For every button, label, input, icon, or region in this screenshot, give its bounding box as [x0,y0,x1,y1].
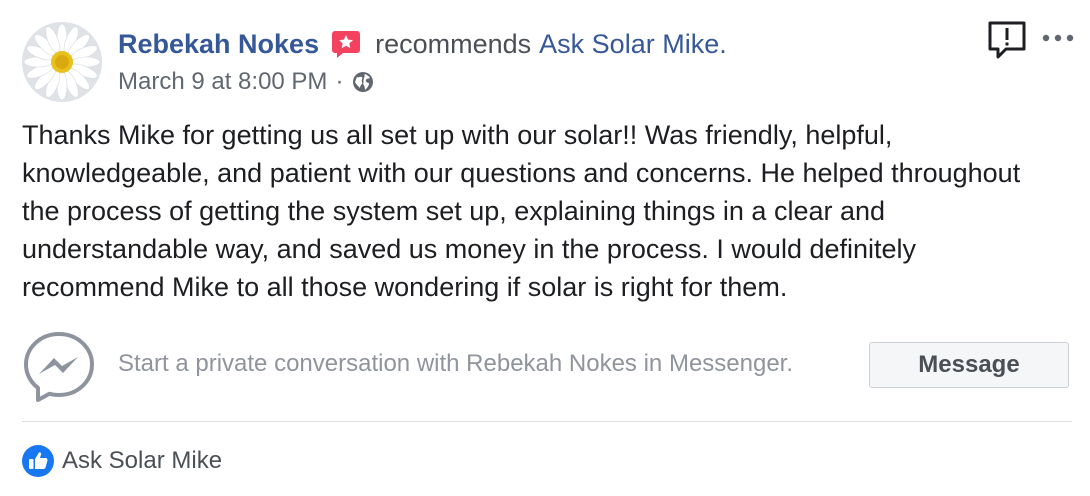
liked-page-name[interactable]: Ask Solar Mike [62,447,222,475]
recommendation-star-icon [331,29,361,59]
author-avatar[interactable] [22,22,102,102]
post-timestamp[interactable]: March 9 at 8:00 PM [118,68,327,96]
messenger-icon [22,330,96,404]
divider [22,421,1072,422]
author-name-link[interactable]: Rebekah Nokes [118,29,319,60]
post-header: Rebekah Nokes recommends Ask Solar Mike. [118,26,727,62]
message-button[interactable]: Message [869,342,1069,388]
like-thumb-icon [22,445,54,477]
recommended-page-link[interactable]: Ask Solar Mike. [539,29,727,60]
report-post-button[interactable] [986,20,1028,60]
ellipsis-icon [1042,34,1074,42]
globe-icon[interactable] [351,70,375,94]
like-summary: Ask Solar Mike [22,444,222,478]
more-options-button[interactable] [1040,26,1076,50]
messenger-prompt-text: Start a private conversation with Rebeka… [118,350,794,377]
meta-separator: · [335,68,344,95]
report-flag-icon [988,21,1026,59]
post-body: Thanks Mike for getting us all set up wi… [22,120,1021,302]
post-meta: March 9 at 8:00 PM · [118,66,375,98]
recommends-text: recommends [375,28,532,59]
messenger-prompt: Start a private conversation with Rebeka… [22,328,1072,404]
